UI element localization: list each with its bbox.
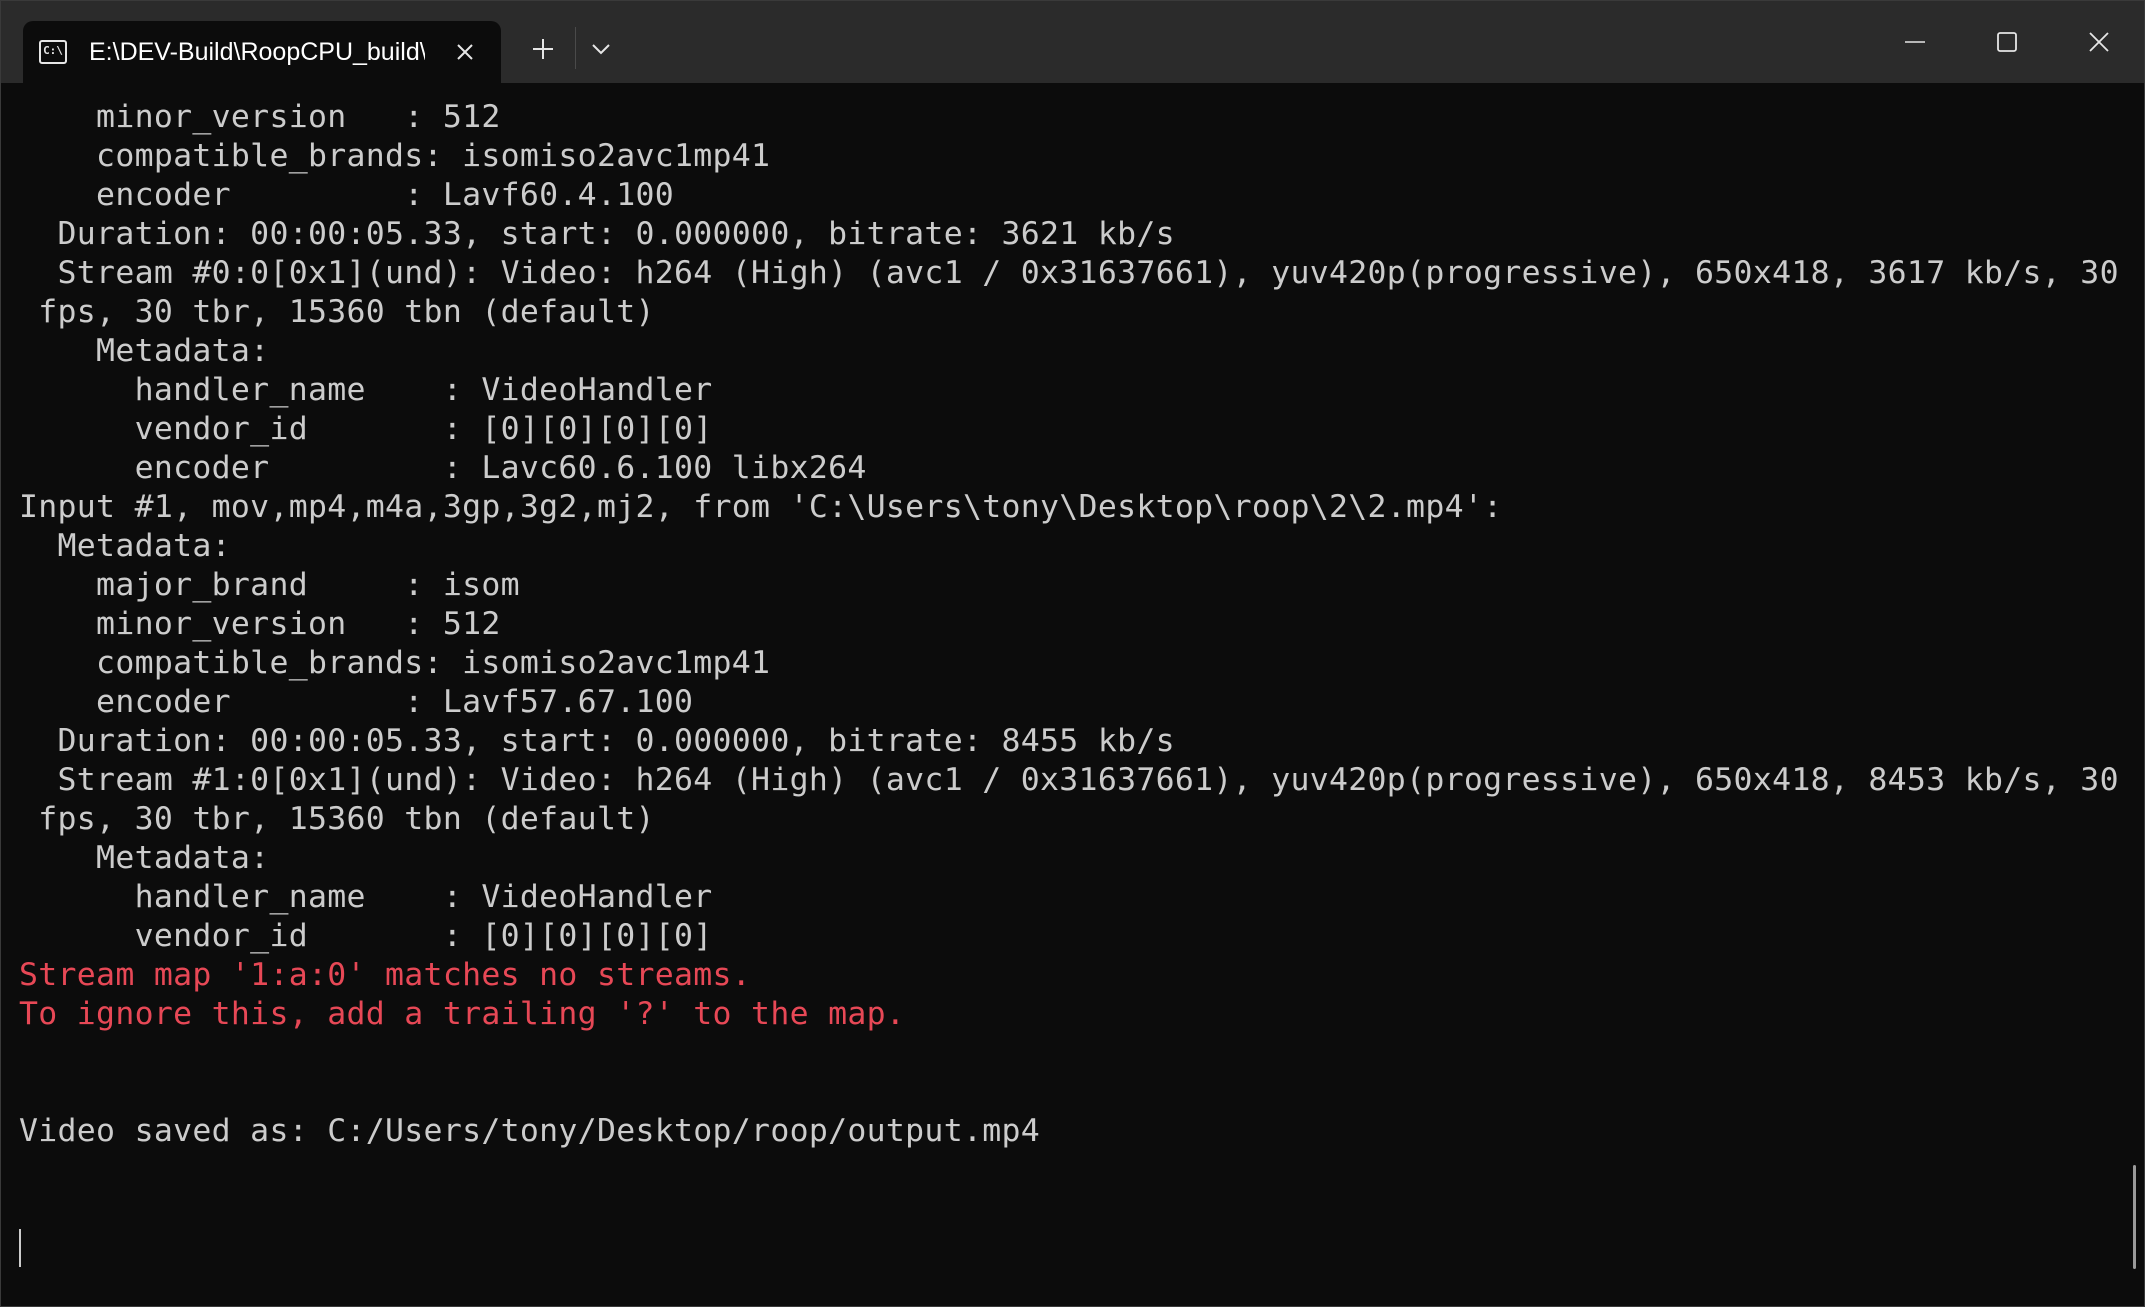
text-cursor (19, 1229, 21, 1267)
console-line: Input #1, mov,mp4,m4a,3gp,3g2,mj2, from … (19, 489, 1503, 525)
console-line: vendor_id : [0][0][0][0] (19, 918, 713, 954)
console-line: Video saved as: C:/Users/tony/Desktop/ro… (19, 1113, 1041, 1149)
close-icon (457, 44, 473, 60)
plus-icon (533, 39, 553, 59)
console-line: Metadata: (19, 840, 270, 876)
console-line: handler_name : VideoHandler (19, 879, 713, 915)
tab-title: E:\DEV-Build\RoopCPU_build\ (89, 37, 425, 66)
console-line: Duration: 00:00:05.33, start: 0.000000, … (19, 216, 1175, 252)
console-line: handler_name : VideoHandler (19, 372, 713, 408)
tab-terminal[interactable]: C:\ E:\DEV-Build\RoopCPU_build\ (23, 21, 501, 83)
close-icon (2089, 32, 2109, 52)
console-line: major_brand : isom (19, 567, 520, 603)
console-line: Stream #0:0[0x1](und): Video: h264 (High… (19, 255, 2119, 291)
tab-close-button[interactable] (447, 34, 483, 70)
maximize-icon (1997, 32, 2017, 52)
console-error-line: To ignore this, add a trailing '?' to th… (19, 996, 906, 1032)
console-line: Stream #1:0[0x1](und): Video: h264 (High… (19, 762, 2119, 798)
console-line: vendor_id : [0][0][0][0] (19, 411, 713, 447)
tab-dropdown-button[interactable] (581, 29, 621, 69)
maximize-button[interactable] (1961, 1, 2053, 83)
console-error-line: Stream map '1:a:0' matches no streams. (19, 957, 752, 993)
console-line: encoder : Lavf60.4.100 (19, 177, 674, 213)
chevron-down-icon (592, 44, 610, 55)
console-line: Metadata: (19, 333, 270, 369)
console-line: encoder : Lavf57.67.100 (19, 684, 694, 720)
console-line: fps, 30 tbr, 15360 tbn (default) (19, 801, 655, 837)
tab-separator (575, 27, 576, 69)
console-line: Duration: 00:00:05.33, start: 0.000000, … (19, 723, 1175, 759)
minimize-button[interactable] (1869, 1, 1961, 83)
console-line: minor_version : 512 (19, 606, 501, 642)
console-line: encoder : Lavc60.6.100 libx264 (19, 450, 867, 486)
close-window-button[interactable] (2053, 1, 2144, 83)
console-line: minor_version : 512 (19, 99, 501, 135)
console-line: compatible_brands: isomiso2avc1mp41 (19, 138, 771, 174)
console-line: Metadata: (19, 528, 231, 564)
title-bar[interactable]: C:\ E:\DEV-Build\RoopCPU_build\ (1, 1, 2144, 83)
minimize-icon (1905, 41, 1925, 43)
console-line: fps, 30 tbr, 15360 tbn (default) (19, 294, 655, 330)
console-line: compatible_brands: isomiso2avc1mp41 (19, 645, 771, 681)
new-tab-button[interactable] (523, 29, 563, 69)
console-icon: C:\ (39, 40, 67, 64)
console-output[interactable]: minor_version : 512 compatible_brands: i… (19, 98, 2124, 1151)
scrollbar[interactable] (2133, 1165, 2136, 1269)
terminal-window: C:\ E:\DEV-Build\RoopCPU_build\ minor_ve… (0, 0, 2145, 1307)
